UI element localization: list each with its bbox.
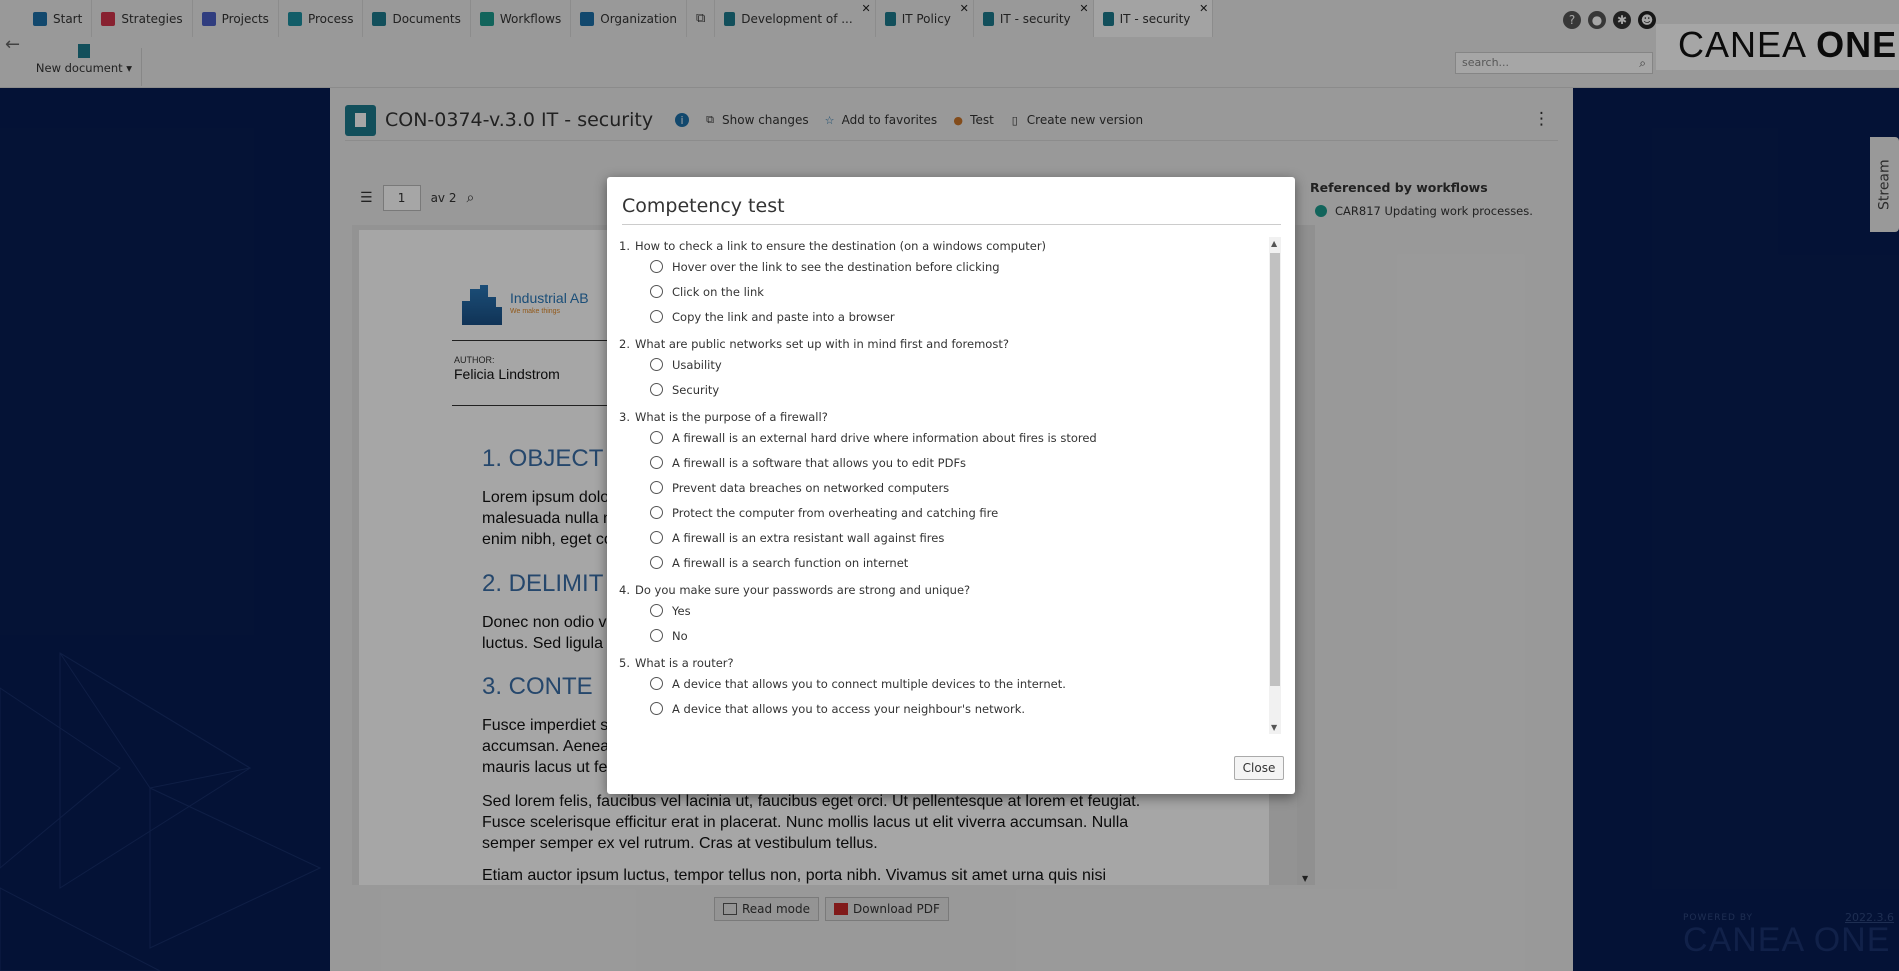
question: 3. What is the purpose of a firewall? A fi…	[619, 408, 1269, 575]
answer-option[interactable]: A firewall is a search function on inter…	[619, 550, 1269, 575]
answer-label: A device that allows you to access your …	[672, 701, 1026, 716]
answer-label: Security	[672, 382, 720, 397]
question-text: How to check a link to ensure the destin…	[635, 238, 1047, 253]
question-number: 3.	[619, 409, 630, 424]
radio-button[interactable]	[650, 431, 663, 444]
answer-option[interactable]: Yes	[619, 598, 1269, 623]
question-text-row: 3. What is the purpose of a firewall?	[619, 408, 1269, 425]
divider	[622, 224, 1281, 225]
answer-label: A device that allows you to connect mult…	[672, 676, 1066, 691]
question-text-row: 4. Do you make sure your passwords are st…	[619, 581, 1269, 598]
answer-option[interactable]: Security	[619, 377, 1269, 402]
answer-option[interactable]: A firewall is an extra resistant wall ag…	[619, 525, 1269, 550]
question: 2. What are public networks set up with i…	[619, 335, 1269, 402]
dialog-title: Competency test	[622, 195, 785, 217]
answer-label: Yes	[672, 603, 691, 618]
answer-option[interactable]: A device that allows you to connect mult…	[619, 671, 1269, 696]
answer-option[interactable]: A device that allows you to access your …	[619, 696, 1269, 721]
answer-label: A firewall is an external hard drive whe…	[672, 430, 1097, 445]
answer-label: Hover over the link to see the destinati…	[672, 259, 1000, 274]
answer-label: Copy the link and paste into a browser	[672, 309, 895, 324]
question: 1. How to check a link to ensure the dest…	[619, 237, 1269, 329]
radio-button[interactable]	[650, 260, 663, 273]
radio-button[interactable]	[650, 481, 663, 494]
radio-button[interactable]	[650, 629, 663, 642]
answer-option[interactable]: A firewall is a software that allows you…	[619, 450, 1269, 475]
answer-option[interactable]: Copy the link and paste into a browser	[619, 304, 1269, 329]
question-text: What is a router?	[635, 655, 734, 670]
scroll-down-icon[interactable]: ▼	[1271, 723, 1277, 732]
question-text-row: 5. What is a router?	[619, 654, 1269, 671]
close-button[interactable]: Close	[1234, 756, 1284, 780]
radio-button[interactable]	[650, 506, 663, 519]
answer-option[interactable]: Hover over the link to see the destinati…	[619, 254, 1269, 279]
answer-label: A firewall is a software that allows you…	[672, 455, 967, 470]
question: 5. What is a router? A device that allows …	[619, 654, 1269, 721]
question-text-row: 1. How to check a link to ensure the dest…	[619, 237, 1269, 254]
answer-option[interactable]: Click on the link	[619, 279, 1269, 304]
question-number: 4.	[619, 582, 630, 597]
answer-label: No	[672, 628, 688, 643]
answer-option[interactable]: Prevent data breaches on networked compu…	[619, 475, 1269, 500]
radio-button[interactable]	[650, 556, 663, 569]
answer-label: A firewall is a search function on inter…	[672, 555, 909, 570]
answer-option[interactable]: Usability	[619, 352, 1269, 377]
answer-option[interactable]: A firewall is an external hard drive whe…	[619, 425, 1269, 450]
answer-label: Protect the computer from overheating an…	[672, 505, 999, 520]
radio-button[interactable]	[650, 677, 663, 690]
answer-label: Usability	[672, 357, 722, 372]
radio-button[interactable]	[650, 358, 663, 371]
answer-label: Prevent data breaches on networked compu…	[672, 480, 950, 495]
question-text: What is the purpose of a firewall?	[635, 409, 828, 424]
question-list[interactable]: 1. How to check a link to ensure the dest…	[619, 237, 1269, 733]
question: 4. Do you make sure your passwords are st…	[619, 581, 1269, 648]
answer-label: Click on the link	[672, 284, 764, 299]
dialog-scrollbar[interactable]: ▲ ▼	[1269, 237, 1281, 734]
radio-button[interactable]	[650, 310, 663, 323]
radio-button[interactable]	[650, 531, 663, 544]
question-text: What are public networks set up with in …	[635, 336, 1009, 351]
answer-option[interactable]: Protect the computer from overheating an…	[619, 500, 1269, 525]
scroll-up-icon[interactable]: ▲	[1271, 239, 1277, 248]
answer-label: A firewall is an extra resistant wall ag…	[672, 530, 945, 545]
answer-option[interactable]: No	[619, 623, 1269, 648]
radio-button[interactable]	[650, 456, 663, 469]
question-number: 2.	[619, 336, 630, 351]
scrollbar-thumb[interactable]	[1270, 253, 1280, 686]
radio-button[interactable]	[650, 702, 663, 715]
competency-test-dialog: Competency test 1. How to check a link to…	[607, 177, 1295, 794]
question-number: 5.	[619, 655, 630, 670]
question-number: 1.	[619, 238, 630, 253]
radio-button[interactable]	[650, 285, 663, 298]
radio-button[interactable]	[650, 604, 663, 617]
radio-button[interactable]	[650, 383, 663, 396]
question-text: Do you make sure your passwords are stro…	[635, 582, 971, 597]
question-text-row: 2. What are public networks set up with i…	[619, 335, 1269, 352]
